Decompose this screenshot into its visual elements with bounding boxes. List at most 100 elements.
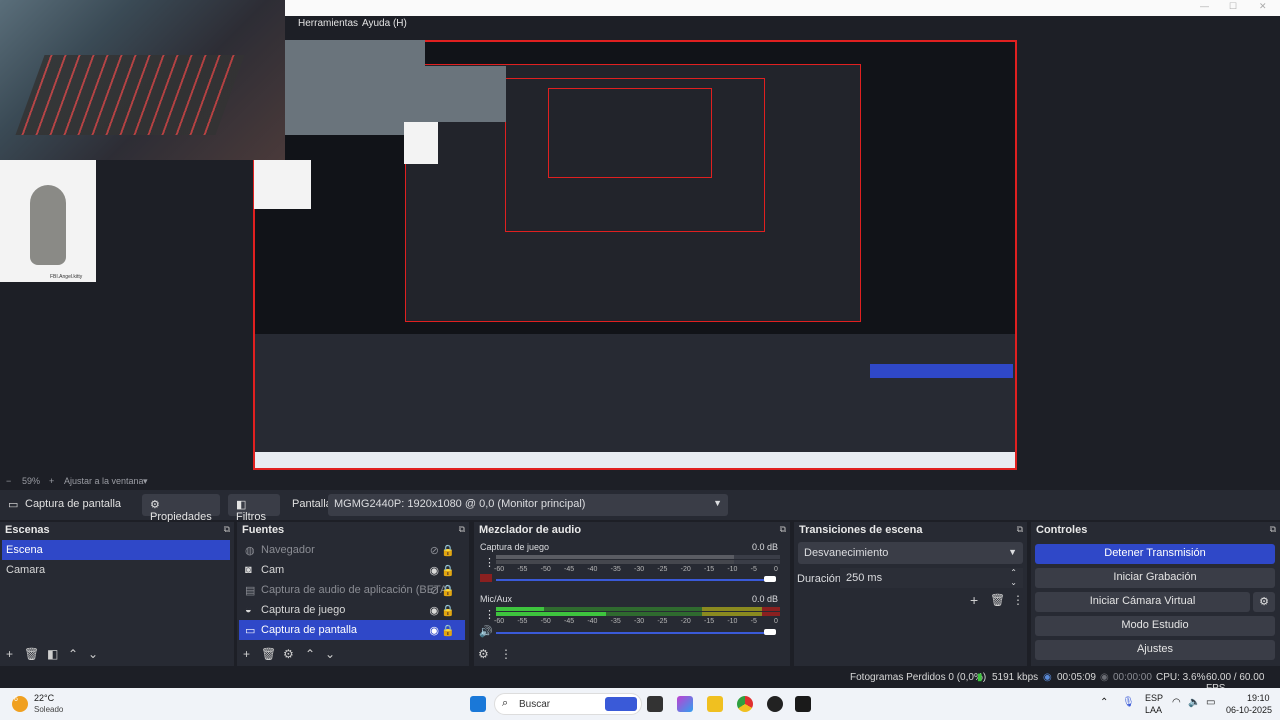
dock-menu-icon[interactable]: ⧉ (459, 524, 465, 535)
add-scene-icon[interactable]: + (6, 647, 13, 661)
filters-button[interactable]: ◧ Filtros (228, 494, 280, 523)
dock-menu-icon[interactable]: ⧉ (224, 524, 230, 535)
muted-speaker-icon[interactable] (480, 574, 492, 582)
obs-icon[interactable] (767, 696, 783, 712)
minimize-icon[interactable]: — (1200, 1, 1209, 11)
volume-slider-knob[interactable] (764, 629, 776, 635)
eye-hidden-icon[interactable]: ⊘ (430, 584, 439, 597)
duration-spinbox[interactable]: 250 ms ⌃ ⌄ (840, 568, 1023, 588)
stop-stream-button[interactable]: Detener Transmisión (1035, 544, 1275, 564)
speaker-icon[interactable]: 🔊 (479, 625, 493, 638)
level-warn (702, 607, 762, 611)
eye-icon[interactable]: ◉ (429, 604, 439, 617)
studio-mode-button[interactable]: Modo Estudio (1035, 616, 1275, 636)
mixer-menu-icon[interactable]: ⋮ (500, 647, 512, 661)
lock-icon[interactable]: 🔒 (441, 544, 455, 557)
add-source-icon[interactable]: + (243, 647, 250, 661)
file-explorer-icon[interactable] (707, 696, 723, 712)
db-tick-label: -20 (680, 618, 691, 625)
volume-slider[interactable] (496, 632, 774, 634)
db-tick-label: -50 (540, 566, 551, 573)
nested-stop-button (870, 364, 1013, 378)
wifi-icon[interactable]: ◠ (1172, 697, 1181, 708)
source-item-screen-capture[interactable]: ▭ Captura de pantalla ◉ 🔒 (239, 620, 465, 640)
task-view-icon[interactable] (647, 696, 663, 712)
webcam-feed (0, 0, 285, 160)
channel-name: Mic/Aux (480, 594, 513, 604)
move-up-icon[interactable]: ⌃ (68, 647, 78, 661)
cat-watermark: FBI.Angel.kitty (50, 274, 83, 280)
battery-icon[interactable]: ▭ (1206, 697, 1215, 708)
source-item-app-audio[interactable]: ▤ Captura de audio de aplicación (BETA) … (239, 580, 465, 600)
scene-filters-icon[interactable]: ◧ (47, 647, 58, 661)
db-tick-label: -30 (634, 618, 645, 625)
source-toolbar: ▭ Captura de pantalla ⚙ Propiedades ◧ Fi… (0, 490, 1280, 523)
monitor-icon: ▭ (245, 625, 256, 637)
move-up-icon[interactable]: ⌃ (305, 647, 315, 661)
spin-up-icon[interactable]: ⌃ (1010, 568, 1017, 577)
db-tick-label: -45 (564, 566, 575, 573)
lock-icon[interactable]: 🔒 (441, 564, 455, 577)
dock-menu-icon[interactable]: ⧉ (1017, 524, 1023, 535)
menu-tools[interactable]: Herramientas (298, 18, 358, 29)
transition-menu-icon[interactable]: ⋮ (1012, 593, 1024, 607)
lock-icon[interactable]: 🔒 (441, 584, 455, 597)
eye-icon[interactable]: ◉ (429, 564, 439, 577)
zoom-dropdown-icon[interactable]: ▾ (143, 476, 148, 487)
dock-menu-icon[interactable]: ⧉ (780, 524, 786, 535)
speaker-icon: ▤ (245, 585, 256, 597)
scene-item-camara[interactable]: Camara (2, 560, 230, 580)
zoom-fit[interactable]: Ajustar a la ventana (64, 476, 144, 486)
advanced-audio-icon[interactable]: ⚙ (478, 647, 489, 661)
settings-button[interactable]: Ajustes (1035, 640, 1275, 660)
move-down-icon[interactable]: ⌄ (88, 647, 98, 661)
volume-slider-knob[interactable] (764, 576, 776, 582)
copilot-icon[interactable] (677, 696, 693, 712)
db-tick-label: -15 (704, 566, 715, 573)
dock-menu-icon[interactable]: ⧉ (1270, 524, 1276, 535)
display-value: MGMG2440P: 1920x1080 @ 0,0 (Monitor prin… (334, 498, 586, 510)
eye-hidden-icon[interactable]: ⊘ (430, 544, 439, 557)
source-item-game-capture[interactable]: ◒ Captura de juego ◉ 🔒 (239, 600, 465, 620)
remove-transition-icon[interactable]: 🗑 (990, 593, 1005, 607)
volume-icon[interactable]: 🔈 (1188, 697, 1200, 708)
spin-down-icon[interactable]: ⌄ (1010, 578, 1017, 587)
lock-icon[interactable]: 🔒 (441, 624, 455, 637)
transition-select[interactable]: Desvanecimiento ▼ (798, 542, 1023, 564)
chevron-up-icon[interactable]: ⌃ (1100, 697, 1108, 708)
volume-slider[interactable] (496, 579, 774, 581)
language[interactable]: ESP (1145, 693, 1163, 703)
db-tick-label: -25 (657, 566, 668, 573)
maximize-icon[interactable]: ☐ (1229, 1, 1237, 12)
move-down-icon[interactable]: ⌄ (325, 647, 335, 661)
properties-button[interactable]: ⚙ Propiedades (142, 494, 220, 523)
start-virtual-camera-button[interactable]: Iniciar Cámara Virtual (1035, 592, 1250, 612)
gear-icon[interactable]: ⚙ (1253, 592, 1275, 612)
scene-item-escena[interactable]: Escena (2, 540, 230, 560)
close-icon[interactable]: ✕ (1259, 1, 1267, 12)
source-item-cam[interactable]: ◙ Cam ◉ 🔒 (239, 560, 465, 580)
terminal-icon[interactable] (795, 696, 811, 712)
source-item-navegador[interactable]: ◍ Navegador ⊘ 🔒 (239, 540, 465, 560)
chrome-icon[interactable] (737, 696, 753, 712)
nested-obs-ui (255, 334, 1015, 468)
zoom-in-button[interactable]: + (49, 476, 54, 486)
lock-icon[interactable]: 🔒 (441, 604, 455, 617)
db-tick-label: -60 (494, 618, 505, 625)
db-tick-label: -10 (727, 618, 738, 625)
cat-overlay-recursion-2 (404, 122, 438, 164)
remove-scene-icon[interactable]: 🗑 (24, 647, 39, 661)
eye-icon[interactable]: ◉ (429, 624, 439, 637)
source-settings-icon[interactable]: ⚙ (283, 647, 294, 661)
display-select[interactable]: MGMG2440P: 1920x1080 @ 0,0 (Monitor prin… (328, 494, 728, 516)
clock-time[interactable]: 19:10 (1247, 693, 1270, 703)
db-tick-label: -35 (610, 566, 621, 573)
start-recording-button[interactable]: Iniciar Grabación (1035, 568, 1275, 588)
menu-help[interactable]: Ayuda (H) (362, 18, 407, 29)
add-transition-icon[interactable]: + (970, 592, 978, 608)
remove-source-icon[interactable]: 🗑 (261, 647, 276, 661)
taskbar-search[interactable]: ⌕ Buscar (494, 693, 642, 715)
windows-start-icon[interactable] (470, 696, 486, 712)
microphone-icon[interactable]: 🎙 (1122, 697, 1135, 708)
zoom-out-button[interactable]: − (6, 476, 11, 486)
